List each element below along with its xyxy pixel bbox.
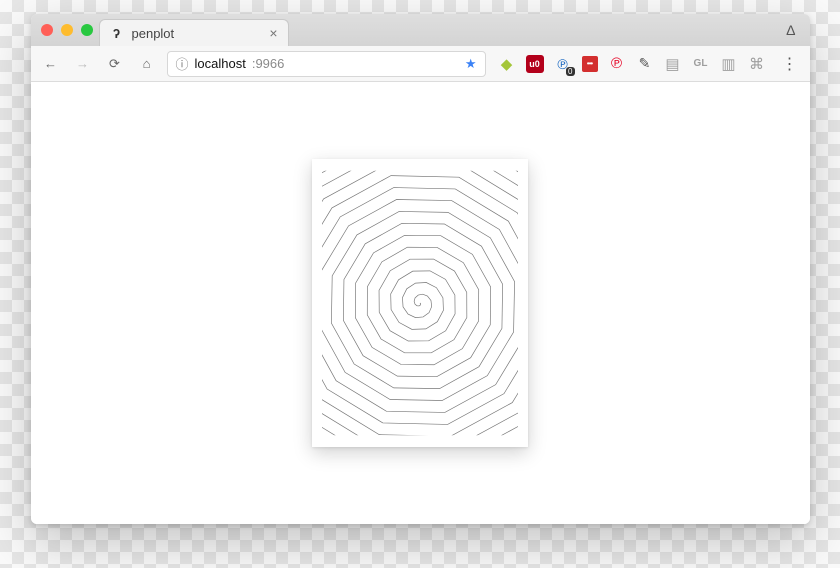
eyedropper-icon[interactable]: ✎ [636,55,654,73]
nav-reload-button[interactable]: ⟳ [103,52,127,76]
ublock-icon[interactable]: u0 [526,55,544,73]
plot-canvas [312,159,528,447]
tab-title: penplot [132,26,262,41]
android-icon[interactable]: ◆ [498,55,516,73]
nav-back-button[interactable]: ← [39,52,63,76]
url-host: localhost [195,56,246,71]
reader-icon[interactable]: ▤ [664,55,682,73]
window-zoom-button[interactable] [81,24,93,36]
bookmark-star-icon[interactable]: ★ [465,56,477,72]
site-info-icon[interactable]: ⓘ [176,54,189,73]
privacy-badge: 0 [566,67,574,76]
tab-favicon: ʔ [110,26,124,40]
browser-window: ʔ penplot × Δ ← → ⟳ ⌂ ⓘ localhost :9966 ★… [31,14,810,524]
traffic-lights [41,24,93,36]
nav-forward-button[interactable]: → [71,52,95,76]
page-viewport [31,82,810,524]
tab-close-button[interactable]: × [269,26,277,40]
screenshot-icon[interactable]: ⌘ [748,55,766,73]
browser-menu-button[interactable]: ⋮ [778,52,802,76]
gl-icon[interactable]: GL [692,55,710,73]
url-port: :9966 [252,56,285,71]
lastpass-icon[interactable]: ••• [582,56,598,72]
readlater-icon[interactable]: ▥ [720,55,738,73]
nav-home-button[interactable]: ⌂ [135,52,159,76]
privacy-icon[interactable]: ℗ 0 [554,55,572,73]
spiral-plot-svg [322,169,518,437]
window-close-button[interactable] [41,24,53,36]
tab-strip: ʔ penplot × Δ [31,14,810,46]
browser-tab[interactable]: ʔ penplot × [99,19,289,46]
window-minimize-button[interactable] [61,24,73,36]
extensions-tray: ◆ u0 ℗ 0 ••• ℗ ✎ ▤ GL ▥ ⌘ [494,55,770,73]
browser-toolbar: ← → ⟳ ⌂ ⓘ localhost :9966 ★ ◆ u0 ℗ 0 ••• … [31,46,810,82]
pinterest-icon[interactable]: ℗ [608,55,626,73]
address-bar[interactable]: ⓘ localhost :9966 ★ [167,51,486,77]
profile-indicator-icon[interactable]: Δ [786,22,795,38]
